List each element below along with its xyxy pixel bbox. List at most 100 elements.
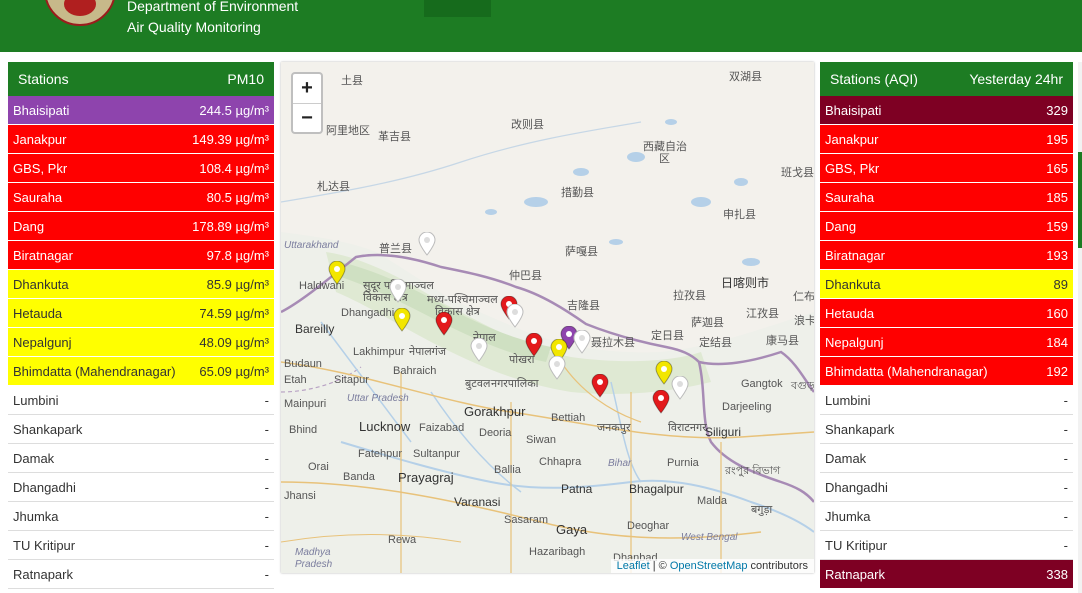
- map-place-label: नगरपालिका: [491, 378, 539, 390]
- zoom-out-button[interactable]: −: [293, 104, 321, 133]
- station-value: 108.4 µg/m³: [199, 160, 269, 176]
- table-row: TU Kritipur -: [8, 531, 274, 560]
- station-value: 80.5 µg/m³: [206, 189, 269, 205]
- map-place-label: Gaya: [556, 522, 588, 537]
- station-name: Dhangadhi: [825, 479, 888, 495]
- map-place-label: 吉隆县: [567, 300, 600, 312]
- map-place-label: Siliguri: [705, 425, 742, 439]
- station-marker-icon[interactable]: [393, 308, 411, 332]
- table-row: GBS, Pkr 108.4 µg/m³: [8, 154, 274, 183]
- station-marker-icon[interactable]: [470, 338, 488, 362]
- station-marker-icon[interactable]: [591, 374, 609, 398]
- station-value: 329: [1046, 102, 1068, 118]
- station-name: Bhaisipati: [825, 102, 882, 118]
- attribution-contributors: contributors: [747, 560, 808, 572]
- table-row: Bhaisipati 244.5 µg/m³: [8, 96, 274, 125]
- map-place-label: Purnia: [667, 457, 699, 469]
- map-place-label: 定日县: [651, 330, 684, 342]
- map-place-label: 区: [659, 153, 670, 165]
- station-map[interactable]: 土县 双湖县 阿里地区 革吉县 改则县 西藏自治区班戈县 札达县 措勤县 申扎县 Uttarakh…: [281, 62, 814, 573]
- map-place-label: Gangtok: [741, 378, 783, 390]
- map-place-label: Siwan: [526, 434, 556, 446]
- station-value: 244.5 µg/m³: [199, 102, 269, 118]
- map-place-label: 仲巴县: [509, 270, 542, 282]
- scrollbar-thumb[interactable]: [1078, 152, 1082, 248]
- station-name: Dhankuta: [13, 276, 69, 292]
- station-marker-icon[interactable]: [506, 304, 524, 328]
- map-place-label: Bahraich: [393, 365, 437, 377]
- map-place-label: Hazaribagh: [529, 546, 586, 558]
- station-name: Bhaisipati: [13, 102, 70, 118]
- openstreetmap-link[interactable]: OpenStreetMap: [670, 560, 748, 572]
- table-row: Bhimdatta (Mahendranagar) 192: [820, 357, 1073, 386]
- map-place-label: 拉孜县: [673, 290, 706, 302]
- station-marker-icon[interactable]: [418, 232, 436, 256]
- table-row: Dhankuta 85.9 µg/m³: [8, 270, 274, 299]
- station-marker-icon[interactable]: [435, 312, 453, 336]
- map-attribution: Leaflet | © OpenStreetMap contributors: [610, 559, 814, 573]
- station-value: 89: [1053, 276, 1068, 292]
- map-place-label: Lucknow: [359, 419, 411, 434]
- leaflet-link[interactable]: Leaflet: [617, 560, 650, 572]
- station-marker-icon[interactable]: [652, 390, 670, 414]
- station-value: 48.09 µg/m³: [199, 334, 269, 350]
- map-place-label: Fatehpur: [358, 448, 403, 460]
- station-name: Sauraha: [825, 189, 875, 205]
- map-place-label: রংপুর বিভাগ: [725, 465, 781, 477]
- map-place-label: Chhapra: [539, 456, 582, 468]
- table-row: Dang 159: [820, 212, 1073, 241]
- station-marker-icon[interactable]: [389, 279, 407, 303]
- station-value: -: [264, 537, 269, 553]
- station-value: -: [264, 566, 269, 582]
- map-place-label: Faizabad: [419, 422, 465, 434]
- station-value: -: [1063, 392, 1068, 408]
- station-marker-icon[interactable]: [525, 333, 543, 357]
- station-name: Biratnagar: [825, 247, 885, 263]
- map-place-label: Madhya: [295, 547, 331, 558]
- station-name: Dang: [13, 218, 45, 234]
- zoom-in-button[interactable]: +: [293, 74, 321, 104]
- map-place-label: 江孜县: [746, 308, 779, 320]
- station-value: 85.9 µg/m³: [206, 276, 269, 292]
- table-row: TU Kritipur -: [820, 531, 1073, 560]
- department-title: Department of Environment: [127, 0, 299, 14]
- map-place-label: West Bengal: [681, 532, 738, 543]
- map-place-label: बगुड़ा: [751, 504, 773, 516]
- map-place-label: जनकपुर: [597, 422, 631, 434]
- station-value: -: [1063, 508, 1068, 524]
- station-name: Dhankuta: [825, 276, 881, 292]
- table-row: Lumbini -: [8, 386, 274, 415]
- stations-column-header: Stations: [18, 71, 69, 87]
- station-marker-icon[interactable]: [328, 261, 346, 285]
- station-value: 149.39 µg/m³: [192, 131, 269, 147]
- station-value: -: [264, 479, 269, 495]
- station-marker-icon[interactable]: [671, 376, 689, 400]
- station-value: 74.59 µg/m³: [199, 305, 269, 321]
- station-value: -: [1063, 450, 1068, 466]
- station-name: Shankapark: [13, 421, 83, 437]
- station-name: Lumbini: [13, 392, 59, 408]
- map-place-label: Bhagalpur: [629, 482, 684, 496]
- nav-menu-item[interactable]: [424, 0, 491, 17]
- table-row: Damak -: [8, 444, 274, 473]
- table-row: Biratnagar 193: [820, 241, 1073, 270]
- station-name: Janakpur: [13, 131, 67, 147]
- station-name: Dang: [825, 218, 857, 234]
- table-row: Ratnapark 338: [820, 560, 1073, 589]
- map-place-label: Etah: [284, 374, 307, 386]
- station-name: GBS, Pkr: [13, 160, 68, 176]
- table-row: Jhumka -: [820, 502, 1073, 531]
- map-place-label: Bihar: [608, 458, 632, 469]
- station-marker-icon[interactable]: [573, 330, 591, 354]
- station-value: 192: [1046, 363, 1068, 379]
- yesterday-24hr-column-header: Yesterday 24hr: [969, 71, 1063, 87]
- station-name: Bhimdatta (Mahendranagar): [13, 363, 176, 379]
- page-scrollbar[interactable]: [1078, 62, 1082, 593]
- map-place-label: Rewa: [388, 534, 417, 546]
- station-name: Janakpur: [825, 131, 879, 147]
- map-place-label: Uttar Pradesh: [347, 393, 409, 404]
- station-value: 195: [1046, 131, 1068, 147]
- map-place-label: Sultanpur: [413, 448, 461, 460]
- station-marker-icon[interactable]: [548, 356, 566, 380]
- map-place-label: Deoria: [479, 427, 512, 439]
